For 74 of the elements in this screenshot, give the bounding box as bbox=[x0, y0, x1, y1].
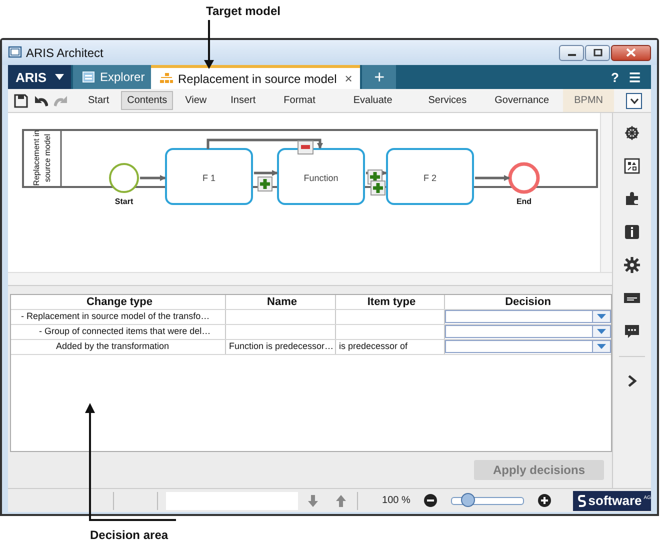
caret-icon bbox=[597, 344, 606, 350]
window-title: ARIS Architect bbox=[26, 46, 104, 60]
decision-dropdown[interactable] bbox=[445, 325, 611, 338]
horizontal-scrollbar[interactable] bbox=[8, 272, 612, 286]
removed-marker-icon bbox=[298, 140, 314, 155]
connector-arrow bbox=[254, 170, 278, 176]
maximize-icon bbox=[592, 48, 602, 56]
callout-arrow bbox=[204, 20, 214, 69]
zoom-level: 100 % bbox=[382, 495, 410, 506]
puzzle-icon[interactable] bbox=[624, 191, 640, 208]
zoom-in-icon[interactable] bbox=[538, 494, 552, 508]
ribbon-tab[interactable]: Start bbox=[82, 91, 116, 110]
ribbon-tab[interactable]: Services bbox=[422, 91, 473, 110]
window-icon bbox=[8, 46, 22, 59]
info-icon[interactable] bbox=[624, 224, 640, 240]
chevron-down-icon bbox=[630, 98, 639, 104]
function-node: F 1 bbox=[165, 148, 253, 206]
callout-label: Decision area bbox=[90, 528, 168, 544]
arrow-down-icon[interactable] bbox=[308, 494, 318, 507]
new-tab-button[interactable]: + bbox=[362, 65, 396, 90]
table-cell: - Replacement in source model of the transfo… bbox=[21, 311, 210, 322]
slider-thumb[interactable] bbox=[461, 492, 475, 507]
ribbon-tab[interactable]: Contents bbox=[121, 91, 174, 110]
undo-icon[interactable] bbox=[34, 94, 48, 108]
connector-arrow bbox=[140, 175, 166, 182]
start-event bbox=[109, 163, 139, 194]
ribbon-tab[interactable]: Format bbox=[278, 91, 322, 110]
lane-label: Replacement in source model bbox=[32, 130, 52, 186]
minimize-button[interactable] bbox=[559, 44, 584, 60]
callout-label: Target model bbox=[206, 4, 280, 20]
caret-icon bbox=[54, 74, 64, 80]
document-tab[interactable]: Explorer bbox=[73, 65, 151, 90]
added-marker-icon bbox=[258, 176, 272, 192]
arrow-up-icon[interactable] bbox=[336, 494, 346, 507]
wheel-icon[interactable] bbox=[624, 125, 640, 142]
maximize-button[interactable] bbox=[585, 44, 610, 60]
table-cell: Function is predecessor… bbox=[229, 341, 334, 352]
ribbon-tab[interactable]: Insert bbox=[224, 91, 262, 110]
decision-dropdown[interactable] bbox=[445, 340, 611, 354]
function-node: F 2 bbox=[386, 148, 474, 206]
end-event bbox=[508, 162, 540, 194]
help-button[interactable]: ? bbox=[611, 70, 619, 85]
ribbon-dropdown-button[interactable] bbox=[626, 92, 642, 109]
added-marker-icon bbox=[370, 180, 386, 196]
event-label: Start bbox=[114, 197, 134, 206]
ribbon-tab[interactable]: Governance bbox=[488, 91, 556, 110]
close-tab-button[interactable]: × bbox=[344, 71, 352, 86]
document-tab[interactable]: Replacement in source model × bbox=[151, 65, 360, 90]
explorer-icon bbox=[82, 71, 95, 84]
event-label: End bbox=[516, 197, 532, 206]
symbols-icon[interactable] bbox=[624, 158, 640, 174]
settings-icon[interactable] bbox=[624, 257, 640, 274]
table-cell: Added by the transformation bbox=[56, 341, 170, 352]
table-cell: - Group of connected items that were del… bbox=[39, 326, 211, 336]
chevron-right-icon[interactable] bbox=[627, 374, 637, 388]
decision-dropdown[interactable] bbox=[445, 310, 611, 324]
ribbon-tab[interactable]: View bbox=[179, 91, 213, 110]
function-node: Function bbox=[277, 148, 365, 206]
connector-arrow bbox=[475, 175, 510, 182]
table-cell: is predecessor of bbox=[339, 341, 408, 352]
logo-mark-icon bbox=[578, 494, 586, 507]
app-menu-button[interactable]: ARIS bbox=[8, 65, 71, 90]
ribbon-tab[interactable]: BPMN bbox=[563, 89, 614, 112]
zoom-out-icon[interactable] bbox=[424, 494, 438, 508]
close-button[interactable] bbox=[611, 44, 651, 60]
caret-icon bbox=[597, 329, 606, 334]
hierarchy-icon bbox=[160, 73, 173, 84]
menu-button[interactable]: ☰ bbox=[629, 70, 641, 85]
caret-icon bbox=[597, 314, 606, 320]
chat-icon[interactable] bbox=[624, 323, 640, 340]
save-icon[interactable] bbox=[14, 94, 28, 108]
ribbon-tab[interactable]: Evaluate bbox=[347, 91, 398, 110]
close-icon bbox=[626, 48, 636, 57]
vertical-scrollbar[interactable] bbox=[600, 113, 612, 272]
